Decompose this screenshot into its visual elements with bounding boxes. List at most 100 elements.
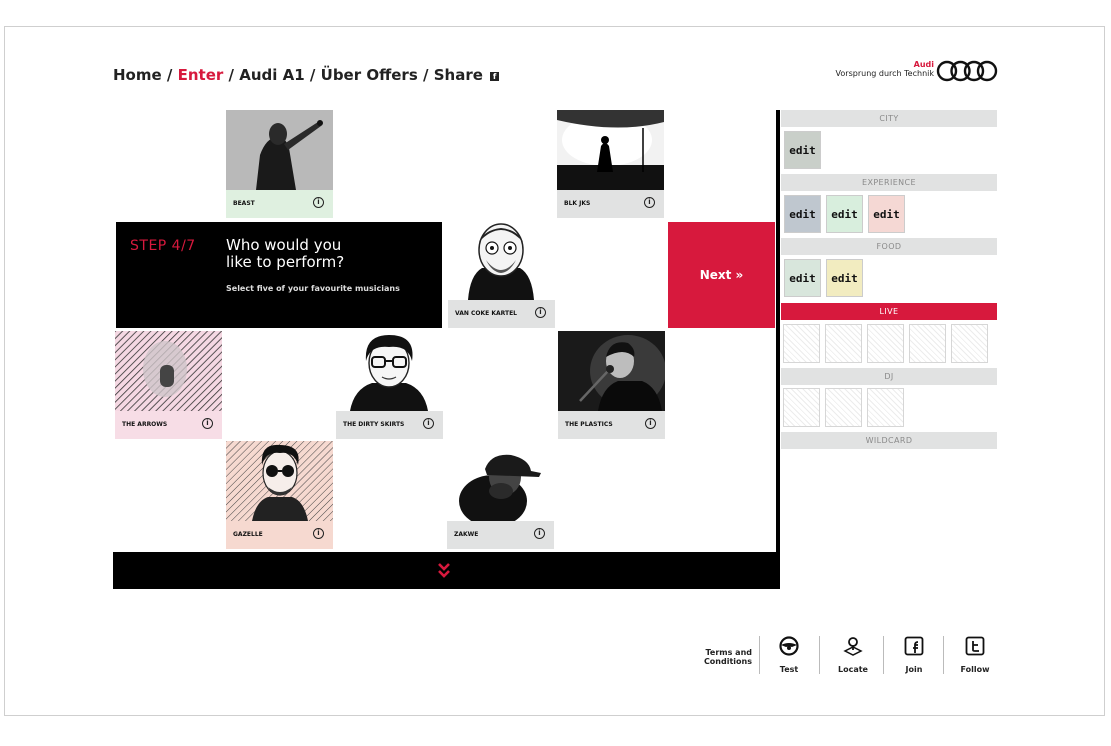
step-indicator: STEP 4/7 — [130, 238, 196, 254]
facebook-share-icon[interactable]: f — [490, 72, 500, 81]
edit-label: edit — [873, 208, 900, 221]
edit-thumb-food[interactable]: edit — [784, 259, 821, 297]
step-prompt: STEP 4/7 Who would you like to perform? … — [116, 222, 442, 328]
info-icon[interactable]: i — [423, 418, 434, 429]
musician-name: ZAKWE — [454, 531, 479, 538]
breadcrumb-share[interactable]: Share — [434, 66, 483, 84]
musician-tile-the-dirty-skirts[interactable]: THE DIRTY SKIRTS i — [336, 331, 443, 439]
sidebar-divider — [776, 110, 780, 589]
musician-photo — [226, 110, 333, 190]
musician-photo — [226, 441, 333, 521]
twitter-icon — [965, 636, 985, 656]
double-chevron-down-icon[interactable] — [437, 562, 451, 578]
breadcrumb-audi-a1[interactable]: Audi A1 — [239, 66, 304, 84]
musician-tile-gazelle[interactable]: GAZELLE i — [226, 441, 333, 549]
empty-slot-dj[interactable] — [867, 388, 904, 427]
steering-wheel-icon — [779, 636, 799, 656]
step-question: Who would you like to perform? — [226, 237, 426, 271]
facebook-icon — [904, 636, 924, 656]
edit-label: edit — [789, 208, 816, 221]
musician-photo — [447, 441, 554, 521]
musician-tile-the-plastics[interactable]: THE PLASTICS i — [558, 331, 665, 439]
brand-tagline: Vorsprung durch Technik — [835, 69, 934, 78]
footer-test-link[interactable]: Test — [764, 636, 814, 674]
empty-slot-live[interactable] — [909, 324, 946, 363]
breadcrumb-enter[interactable]: Enter — [178, 66, 224, 84]
edit-label: edit — [789, 272, 816, 285]
footer-divider — [819, 636, 820, 674]
category-live[interactable]: LIVE — [781, 303, 997, 320]
breadcrumb: Home / Enter / Audi A1 / Über Offers / S… — [113, 66, 500, 84]
info-icon[interactable]: i — [534, 528, 545, 539]
footer-follow-link[interactable]: Follow — [950, 636, 1000, 674]
breadcrumb-separator: / — [228, 66, 235, 84]
category-dj[interactable]: DJ — [781, 368, 997, 385]
empty-slot-dj[interactable] — [825, 388, 862, 427]
map-pin-icon — [843, 637, 863, 656]
footer-label: Locate — [838, 665, 868, 674]
musician-tile-zakwe[interactable]: ZAKWE i — [447, 441, 554, 549]
edit-thumb-experience[interactable]: edit — [826, 195, 863, 233]
category-experience[interactable]: EXPERIENCE — [781, 174, 997, 191]
step-subtitle: Select five of your favourite musicians — [226, 284, 400, 293]
musician-tile-blk-jks[interactable]: BLK JKS i — [557, 110, 664, 218]
edit-thumb-experience[interactable]: edit — [868, 195, 905, 233]
musician-name: BEAST — [233, 200, 255, 207]
terms-line: Conditions — [703, 657, 752, 666]
footer-label: Test — [779, 665, 799, 674]
empty-slot-dj[interactable] — [783, 388, 820, 427]
breadcrumb-home[interactable]: Home — [113, 66, 162, 84]
footer-join-link[interactable]: Join — [889, 636, 939, 674]
musician-name: THE PLASTICS — [565, 421, 613, 428]
breadcrumb-separator: / — [309, 66, 316, 84]
edit-label: edit — [831, 272, 858, 285]
musician-photo — [115, 331, 222, 411]
musician-photo — [557, 110, 664, 190]
empty-slot-live[interactable] — [951, 324, 988, 363]
footer-divider — [883, 636, 884, 674]
category-food[interactable]: FOOD — [781, 238, 997, 255]
scroll-down-bar[interactable] — [113, 552, 780, 589]
info-icon[interactable]: i — [645, 418, 656, 429]
edit-label: edit — [831, 208, 858, 221]
musician-name: VAN COKE KARTEL — [455, 310, 517, 317]
edit-thumb-food[interactable]: edit — [826, 259, 863, 297]
edit-thumb-city[interactable]: edit — [784, 131, 821, 169]
info-icon[interactable]: i — [313, 197, 324, 208]
terms-line: Terms and — [705, 648, 752, 657]
info-icon[interactable]: i — [535, 307, 546, 318]
audi-brand[interactable]: Audi Vorsprung durch Technik — [826, 60, 998, 84]
musician-photo — [558, 331, 665, 411]
info-icon[interactable]: i — [644, 197, 655, 208]
brand-name: Audi — [913, 60, 934, 69]
musician-tile-van-coke-kartel[interactable]: VAN COKE KARTEL i — [448, 220, 555, 328]
footer-locate-link[interactable]: Locate — [828, 636, 878, 674]
edit-thumb-experience[interactable]: edit — [784, 195, 821, 233]
info-icon[interactable]: i — [202, 418, 213, 429]
musician-tile-beast[interactable]: BEAST i — [226, 110, 333, 218]
edit-label: edit — [789, 144, 816, 157]
breadcrumb-separator: / — [166, 66, 173, 84]
category-city[interactable]: CITY — [781, 110, 997, 127]
step-question-line: like to perform? — [226, 253, 345, 271]
musician-photo — [448, 220, 555, 300]
musician-name: BLK JKS — [564, 200, 591, 207]
audi-rings-icon — [936, 60, 998, 82]
musician-tile-the-arrows[interactable]: THE ARROWS i — [115, 331, 222, 439]
footer-divider — [943, 636, 944, 674]
breadcrumb-separator: / — [423, 66, 429, 84]
terms-and-conditions-link[interactable]: Terms and Conditions — [700, 648, 752, 666]
next-button[interactable]: Next » — [668, 222, 775, 328]
empty-slot-live[interactable] — [783, 324, 820, 363]
musician-name: THE ARROWS — [122, 421, 168, 428]
empty-slot-live[interactable] — [867, 324, 904, 363]
step-question-line: Who would you — [226, 236, 342, 254]
musician-photo — [336, 331, 443, 411]
info-icon[interactable]: i — [313, 528, 324, 539]
footer-label: Follow — [960, 665, 990, 674]
empty-slot-live[interactable] — [825, 324, 862, 363]
breadcrumb-uber-offers[interactable]: Über Offers — [321, 66, 418, 84]
musician-name: THE DIRTY SKIRTS — [343, 421, 405, 428]
musician-name: GAZELLE — [233, 531, 263, 538]
category-wildcard[interactable]: WILDCARD — [781, 432, 997, 449]
